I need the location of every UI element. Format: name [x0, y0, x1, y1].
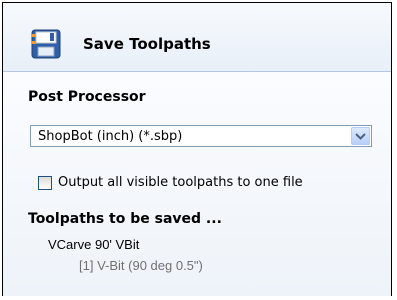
save-toolpaths-icon: [31, 29, 61, 59]
toolpath-name: VCarve 90' VBit: [48, 237, 140, 252]
post-processor-label: Post Processor: [28, 89, 146, 105]
output-one-file-checkbox[interactable]: [38, 176, 52, 190]
chevron-down-icon: [355, 133, 366, 140]
toolpath-tool: [1] V-Bit (90 deg 0.5"): [79, 258, 203, 273]
dropdown-button[interactable]: [351, 127, 370, 145]
post-processor-dropdown[interactable]: ShopBot (inch) (*.sbp): [30, 125, 372, 147]
output-one-file-label[interactable]: Output all visible toolpaths to one file: [58, 175, 303, 190]
panel-title: Save Toolpaths: [83, 35, 211, 53]
panel-header: Save Toolpaths: [3, 3, 391, 72]
save-toolpaths-panel: Save Toolpaths Post Processor ShopBot (i…: [2, 2, 392, 296]
toolpaths-heading: Toolpaths to be saved ...: [28, 211, 222, 227]
post-processor-selected-value: ShopBot (inch) (*.sbp): [38, 129, 183, 144]
